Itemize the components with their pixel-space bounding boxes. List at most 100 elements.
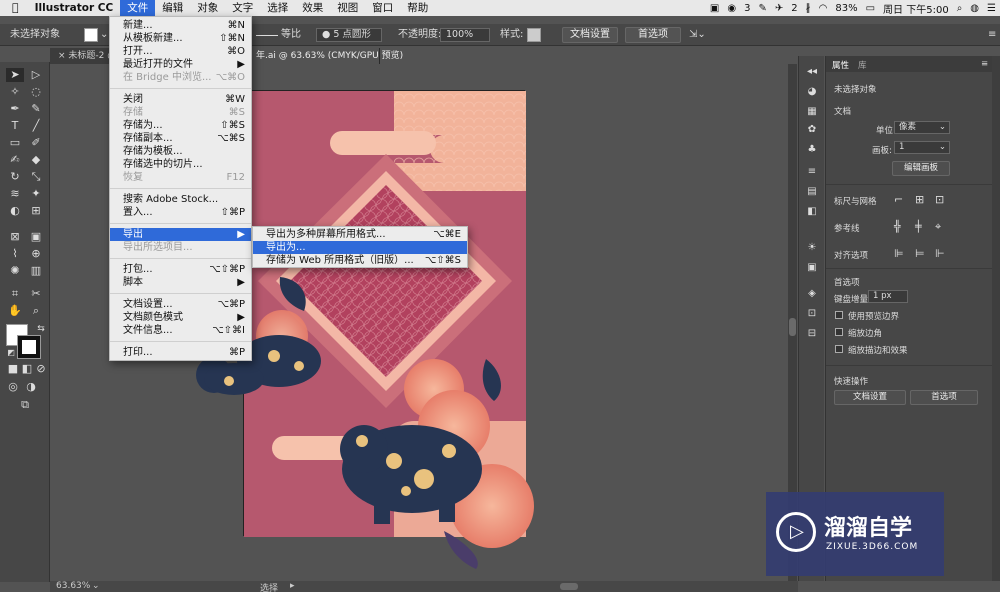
color-panel-icon[interactable]: ◕ (806, 86, 818, 98)
scale-corners-checkbox[interactable] (835, 328, 843, 336)
artboard[interactable] (196, 90, 534, 569)
current-tool[interactable]: 选择 (260, 581, 278, 592)
puppet-warp-icon[interactable]: ✦ (27, 187, 45, 201)
wechat-icon[interactable]: ◉ (723, 3, 740, 14)
menu-item-print[interactable]: 打印... ⌘P (110, 346, 251, 359)
show-guides-icon[interactable]: ╬ (894, 220, 901, 233)
scale-strokes-checkbox[interactable] (835, 345, 843, 353)
menu-object[interactable]: 对象 (190, 0, 225, 16)
doc-setup-button[interactable]: 文档设置 (562, 27, 618, 43)
menu-type[interactable]: 文字 (225, 0, 260, 16)
lasso-icon[interactable]: ◌ (27, 85, 45, 99)
artboards-panel-icon[interactable]: ⊡ (806, 308, 818, 320)
perspective-grid-icon[interactable]: ⊞ (27, 204, 45, 218)
menu-item-save-for-web[interactable]: 存储为 Web 所用格式（旧版）... ⌥⇧⌘S (253, 254, 467, 267)
canvas-vertical-thumb[interactable] (789, 318, 796, 336)
menu-file[interactable]: 文件 (120, 0, 156, 16)
tab-library[interactable]: 库 (858, 59, 867, 71)
siri-icon[interactable]: ◍ (966, 3, 983, 14)
quick-preferences-button[interactable]: 首选项 (910, 390, 978, 405)
zoom-tool-icon[interactable]: ⌕ (27, 304, 45, 318)
menu-item-save-copy[interactable]: 存储副本... ⌥⌘S (110, 132, 251, 145)
menu-item-save[interactable]: 存储 ⌘S (110, 106, 251, 119)
default-colors-icon[interactable]: ◩ (2, 346, 20, 360)
swap-colors-icon[interactable]: ⇆ (32, 322, 50, 336)
type-tool-icon[interactable]: T (6, 119, 24, 133)
rotate-tool-icon[interactable]: ↻ (6, 170, 24, 184)
direct-selection-tool-icon[interactable]: ▷ (27, 68, 45, 82)
menu-item-export-screens[interactable]: 导出为多种屏幕所用格式... ⌥⌘E (253, 228, 467, 241)
transparency-panel-icon[interactable]: ◧ (806, 206, 818, 218)
pen-tool-icon[interactable]: ✒ (6, 102, 24, 116)
unit-select[interactable]: 像素 ⌄ (894, 121, 950, 134)
menu-item-open[interactable]: 打开... ⌘O (110, 45, 251, 58)
none-mode-icon[interactable]: ⊘ (32, 362, 50, 376)
eyedropper-icon[interactable]: ⌇ (6, 247, 24, 261)
keyboard-increment-input[interactable]: 1 px (868, 290, 908, 303)
script-icon[interactable]: ✎ (754, 3, 770, 14)
bird-icon[interactable]: ✈ (771, 3, 787, 14)
menu-item-scripts[interactable]: 脚本 ▶ (110, 276, 251, 289)
app-status-icon[interactable]: ▣ (706, 3, 723, 14)
menu-item-close[interactable]: 关闭 ⌘W (110, 93, 251, 106)
menu-edit[interactable]: 编辑 (155, 0, 190, 16)
menu-item-new[interactable]: 新建... ⌘N (110, 19, 251, 32)
magic-wand-icon[interactable]: ✧ (6, 85, 24, 99)
battery-icon[interactable]: ▭ (862, 3, 879, 14)
fill-swatch[interactable] (84, 28, 98, 42)
menu-item-place[interactable]: 置入... ⇧⌘P (110, 206, 251, 219)
stroke-profile[interactable]: 等比 (281, 28, 301, 42)
panel-menu-icon[interactable]: ≡ (988, 28, 996, 42)
artboard-select[interactable]: 1 ⌄ (894, 141, 950, 154)
panel-scrollbar[interactable] (992, 56, 1000, 581)
menu-item-color-mode[interactable]: 文档颜色模式 ▶ (110, 311, 251, 324)
menu-item-export-selection[interactable]: 导出所选项目... (110, 241, 251, 254)
collapse-panels-icon[interactable]: ◂◂ (806, 66, 818, 78)
menu-item-search-stock[interactable]: 搜索 Adobe Stock... (110, 193, 251, 206)
menu-item-browse-bridge[interactable]: 在 Bridge 中浏览... ⌥⌘O (110, 71, 251, 84)
tool-dropdown-icon[interactable]: ▸ (290, 581, 295, 591)
menu-item-export[interactable]: 导出 ▶ (110, 228, 251, 241)
grid-icon[interactable]: ⊞ (915, 193, 924, 206)
brush-select[interactable]: ● 5 点圆形 (316, 28, 382, 42)
slice-tool-icon[interactable]: ✂ (27, 287, 45, 301)
menu-help[interactable]: 帮助 (400, 0, 435, 16)
mesh-tool-icon[interactable]: ⊠ (6, 230, 24, 244)
artboard-tool-icon[interactable]: ⌗ (6, 287, 24, 301)
selection-tool-icon[interactable]: ➤ (6, 68, 24, 82)
tab-properties[interactable]: 属性 (832, 59, 849, 71)
hand-tool-icon[interactable]: ✋ (6, 304, 24, 318)
lock-guides-icon[interactable]: ╪ (915, 220, 922, 233)
graphic-styles-icon[interactable]: ▣ (806, 262, 818, 274)
panel-menu-icon[interactable]: ≡ (981, 59, 988, 69)
menu-effect[interactable]: 效果 (295, 0, 330, 16)
menu-item-document-setup[interactable]: 文档设置... ⌥⌘P (110, 298, 251, 311)
rectangle-tool-icon[interactable]: ▭ (6, 136, 24, 150)
apple-menu-icon[interactable]:  (0, 0, 28, 16)
use-preview-bounds-checkbox[interactable] (835, 311, 843, 319)
align-to-key-icon[interactable]: ⊨ (915, 247, 925, 260)
menu-item-file-info[interactable]: 文件信息... ⌥⇧⌘I (110, 324, 251, 337)
menu-item-recent-files[interactable]: 最近打开的文件 ▶ (110, 58, 251, 71)
menu-window[interactable]: 窗口 (365, 0, 400, 16)
symbol-sprayer-icon[interactable]: ✺ (6, 264, 24, 278)
screen-mode-icon[interactable]: ⧉ (16, 398, 34, 412)
spotlight-icon[interactable]: ⌕ (953, 3, 967, 14)
tab-untitled-2[interactable]: × 未标题-2 @ ... (50, 48, 128, 64)
swatches-panel-icon[interactable]: ▦ (806, 106, 818, 118)
align-to-artboard-icon[interactable]: ⊩ (935, 247, 945, 260)
shaper-tool-icon[interactable]: ✍ (6, 153, 24, 167)
scale-tool-icon[interactable]: ⤡ (27, 170, 45, 184)
ruler-icon[interactable]: ⌐ (894, 193, 903, 206)
preferences-button[interactable]: 首选项 (625, 27, 681, 43)
brushes-panel-icon[interactable]: ✿ (806, 124, 818, 136)
smart-guides-icon[interactable]: ⌖ (935, 220, 941, 234)
align-to-selection-icon[interactable]: ⊫ (894, 247, 904, 260)
bluetooth-icon[interactable]: ∦ (802, 3, 815, 14)
menu-view[interactable]: 视图 (330, 0, 365, 16)
wifi-icon[interactable]: ◠ (815, 3, 832, 14)
line-tool-icon[interactable]: ╱ (27, 119, 45, 133)
menu-item-save-template[interactable]: 存储为模板... (110, 145, 251, 158)
menu-item-save-as[interactable]: 存储为... ⇧⌘S (110, 119, 251, 132)
menu-item-package[interactable]: 打包... ⌥⇧⌘P (110, 263, 251, 276)
